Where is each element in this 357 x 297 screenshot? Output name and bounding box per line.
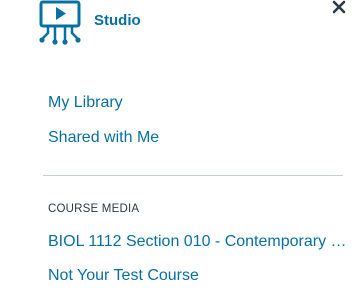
course-media-heading: COURSE MEDIA [48, 203, 140, 215]
close-button[interactable] [331, 0, 347, 16]
studio-logo-icon [39, 0, 81, 45]
studio-brand: Studio [38, 0, 141, 46]
divider [43, 175, 343, 176]
close-icon [332, 0, 346, 14]
course-list: BIOL 1112 Section 010 - Contemporary Bio… [48, 229, 348, 297]
course-item-not-your-test-course[interactable]: Not Your Test Course [48, 263, 348, 297]
studio-nav: My Library Shared with Me [48, 89, 159, 159]
brand-name: Studio [94, 11, 141, 29]
course-item-biol-1112[interactable]: BIOL 1112 Section 010 - Contemporary Bio… [48, 229, 348, 263]
nav-item-my-library[interactable]: My Library [48, 89, 159, 124]
nav-item-shared-with-me[interactable]: Shared with Me [48, 124, 159, 159]
